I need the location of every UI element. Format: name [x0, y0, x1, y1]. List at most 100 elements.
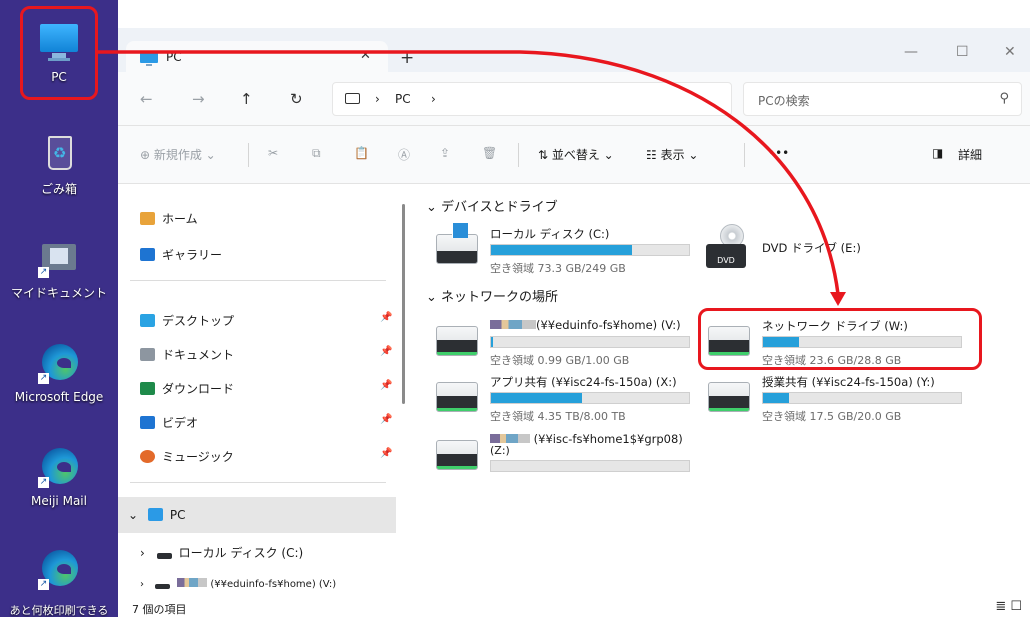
chevron-right-icon[interactable]: ›	[140, 546, 145, 560]
drive-network-x[interactable]: アプリ共有 (¥¥isc24-fs-150a) (X:) 空き領域 4.35 T…	[426, 368, 696, 423]
minimize-button[interactable]: —	[904, 44, 918, 60]
drive-usage-bar	[490, 244, 690, 256]
delete-icon[interactable]: 🗑	[482, 146, 497, 160]
details-pane-icon[interactable]: ◨	[932, 146, 943, 160]
nav-item-videos[interactable]: ビデオ	[140, 414, 198, 431]
nav-item-music[interactable]: ミュージック	[140, 448, 234, 465]
navpane-scrollbar[interactable]	[402, 204, 405, 404]
nav-item-downloads[interactable]: ダウンロード	[140, 380, 234, 397]
maximize-button[interactable]: ☐	[956, 44, 969, 60]
forward-button[interactable]: →	[192, 90, 205, 108]
drive-dvd-e[interactable]: DVD DVD ドライブ (E:)	[698, 220, 968, 272]
breadcrumb-separator[interactable]: ›	[431, 92, 436, 106]
drive-letter: (Z:)	[490, 444, 510, 457]
drive-name: アプリ共有 (¥¥isc24-fs-150a) (X:)	[490, 375, 677, 389]
drive-network-z[interactable]: (¥¥isc-fs¥home1$¥grp08) (Z:)	[426, 426, 696, 478]
section-devices-header[interactable]: ⌄ デバイスとドライブ	[426, 196, 558, 215]
desktop-icon-microsoft-edge[interactable]: ↗ Microsoft Edge	[0, 342, 118, 404]
copy-icon[interactable]: ⧉	[312, 146, 321, 161]
item-count: 7 個の項目	[132, 603, 187, 616]
nav-divider	[130, 482, 386, 483]
share-icon[interactable]: ⇪	[440, 146, 450, 160]
drive-network-y[interactable]: 授業共有 (¥¥isc24-fs-150a) (Y:) 空き領域 17.5 GB…	[698, 368, 968, 423]
chevron-down-icon[interactable]: ⌄	[128, 508, 138, 522]
pin-icon[interactable]: 📌	[380, 312, 392, 323]
drive-name: (¥¥eduinfo-fs¥home) (V:)	[490, 318, 681, 332]
drive-usage-fill	[763, 393, 789, 403]
pin-icon[interactable]: 📌	[380, 380, 392, 391]
chevron-down-icon: ⌄	[426, 290, 442, 305]
back-button[interactable]: ←	[140, 90, 153, 108]
tab-pc[interactable]: PC ✕	[126, 41, 388, 72]
tab-title: PC	[166, 50, 182, 64]
view-mode-icons[interactable]: ≣ ☐	[995, 599, 1022, 614]
desktop-icon-meiji-mail[interactable]: ↗ Meiji Mail	[0, 446, 118, 508]
drive-usage-fill	[491, 245, 632, 255]
drive-local-c[interactable]: ローカル ディスク (C:) 空き領域 73.3 GB/249 GB	[426, 220, 696, 275]
chevron-down-icon: ⌄	[426, 200, 442, 215]
address-bar: ← → ↑ ↻ › PC › PCの検索 ⚲	[118, 72, 1030, 126]
drive-name: DVD ドライブ (E:)	[762, 241, 861, 255]
gallery-icon	[140, 248, 155, 261]
sort-button[interactable]: ⇅ 並べ替え ⌄	[538, 146, 614, 163]
cut-icon[interactable]: ✂	[268, 146, 278, 160]
new-button[interactable]: ⊕ 新規作成 ⌄	[140, 146, 216, 163]
pin-icon[interactable]: 📌	[380, 346, 392, 357]
search-input[interactable]: PCの検索 ⚲	[743, 82, 1022, 116]
drive-free-space: 空き領域 4.35 TB/8.00 TB	[490, 410, 626, 423]
breadcrumb-separator[interactable]: ›	[375, 92, 380, 106]
section-title: ネットワークの場所	[441, 290, 559, 305]
desktop-icon-label: Meiji Mail	[31, 494, 87, 508]
nav-item-label: ローカル ディスク (C:)	[178, 546, 304, 560]
network-drive-icon	[708, 382, 750, 412]
pin-icon[interactable]: 📌	[380, 414, 392, 425]
new-tab-button[interactable]: +	[400, 48, 414, 68]
edge-icon: ↗	[38, 446, 80, 488]
nav-item-label: デスクトップ	[162, 314, 235, 328]
nav-tree-local-disk[interactable]: › ローカル ディスク (C:)	[140, 544, 303, 561]
nav-item-label: ダウンロード	[162, 382, 235, 396]
search-icon[interactable]: ⚲	[999, 91, 1009, 106]
drive-usage-bar	[490, 460, 690, 472]
nav-tree-pc[interactable]: ⌄ PC	[128, 508, 186, 522]
view-button[interactable]: ☷ 表示 ⌄	[646, 146, 698, 163]
desktop-icon-recycle-bin[interactable]: ごみ箱	[0, 132, 118, 197]
pc-icon	[345, 93, 360, 104]
close-window-button[interactable]: ✕	[1004, 44, 1016, 60]
toolbar-divider	[248, 143, 249, 167]
nav-item-gallery[interactable]: ギャラリー	[140, 246, 222, 263]
section-network-header[interactable]: ⌄ ネットワークの場所	[426, 286, 558, 305]
address-field[interactable]: › PC ›	[332, 82, 732, 116]
nav-item-home[interactable]: ホーム	[140, 210, 198, 227]
nav-item-documents[interactable]: ドキュメント	[140, 346, 234, 363]
desktop-icon-print-counter[interactable]: ↗	[0, 548, 118, 590]
refresh-button[interactable]: ↻	[290, 90, 303, 108]
details-button[interactable]: 詳細	[958, 146, 982, 163]
nav-tree-network-v[interactable]: › (¥¥eduinfo-fs¥home) (V:)	[140, 578, 336, 590]
network-drive-icon	[436, 382, 478, 412]
close-tab-icon[interactable]: ✕	[360, 48, 371, 63]
drive-free-space: 空き領域 0.99 GB/1.00 GB	[490, 354, 630, 367]
nav-item-label: ビデオ	[162, 416, 199, 430]
paste-icon[interactable]: 📋	[354, 146, 369, 160]
pin-icon[interactable]: 📌	[380, 448, 392, 459]
redacted-text	[490, 434, 530, 443]
up-button[interactable]: ↑	[240, 90, 253, 108]
windows-logo-icon	[452, 222, 468, 238]
nav-item-label: ホーム	[162, 212, 198, 226]
local-disk-icon	[156, 553, 172, 559]
drive-name: 授業共有 (¥¥isc24-fs-150a) (Y:)	[762, 375, 935, 389]
desktop-icon-label: Microsoft Edge	[14, 390, 104, 404]
shortcut-arrow-icon: ↗	[38, 579, 49, 590]
desktop: PC ごみ箱 ↗ マイドキュメント ↗ Microsoft Edge ↗ Mei…	[0, 0, 118, 617]
chevron-right-icon[interactable]: ›	[140, 579, 144, 590]
breadcrumb-pc[interactable]: PC	[395, 92, 411, 106]
desktop-icon-my-documents[interactable]: ↗ マイドキュメント	[0, 236, 118, 301]
redacted-text	[177, 578, 208, 587]
nav-item-desktop[interactable]: デスクトップ	[140, 312, 234, 329]
more-options-button[interactable]: •••	[768, 146, 789, 160]
rename-icon[interactable]: Ⓐ	[398, 146, 410, 163]
nav-item-label: ミュージック	[162, 450, 234, 464]
drive-network-v[interactable]: (¥¥eduinfo-fs¥home) (V:) 空き領域 0.99 GB/1.…	[426, 312, 696, 367]
toolbar-divider	[744, 143, 745, 167]
